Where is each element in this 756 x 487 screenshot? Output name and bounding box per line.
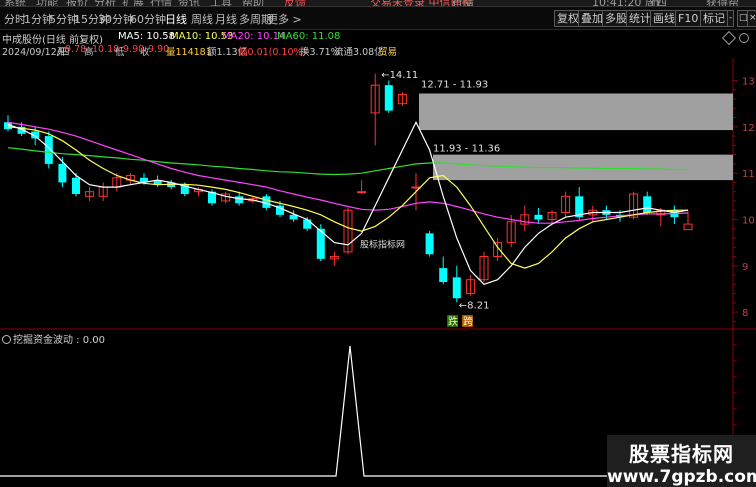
y-tick-label: 11 <box>742 169 755 180</box>
y-tick-label: 12 <box>742 123 755 134</box>
candle-body <box>425 233 434 255</box>
target-zone-2 <box>433 154 733 181</box>
kline-chart[interactable]: 13 12 11 10 9 8 12.71 - 11.93 11.93 - 11.36 ←14.… <box>0 0 756 487</box>
target-label-2: 11.93 - 11.36 <box>433 144 500 155</box>
candle-body <box>72 177 80 194</box>
indicator-title: 挖掘资金波动 : 0.00 <box>2 331 105 346</box>
buy-mark: 跨 <box>463 316 473 328</box>
candle-body <box>357 191 367 194</box>
candle-body <box>303 219 312 229</box>
candle-body <box>411 186 421 189</box>
y-tick-label: 10 <box>742 215 755 226</box>
indicator-label: 挖掘资金波动 : 0.00 <box>13 335 105 346</box>
y-tick-label: 8 <box>742 308 748 319</box>
candle-body <box>643 196 652 213</box>
candle-body <box>439 268 448 282</box>
target-label-1: 12.71 - 11.93 <box>421 79 488 90</box>
site-watermark: 股票指标网 www.7gpzb.com <box>607 435 756 487</box>
ma5-line <box>7 120 689 285</box>
watermark-title: 股票指标网 <box>629 442 734 466</box>
candle-body <box>384 85 393 111</box>
sell-mark: 跌 <box>448 315 458 328</box>
center-watermark-text: 股标指标网 <box>360 238 405 250</box>
watermark-url: www.7gpzb.com <box>607 467 756 487</box>
high-price-label: ←14.11 <box>381 70 418 81</box>
y-tick-label: 13 <box>742 77 755 88</box>
candle-body <box>58 163 67 183</box>
low-price-label: ←8.21 <box>459 300 490 311</box>
candle-body <box>235 196 244 204</box>
candle-body <box>683 223 693 231</box>
y-tick-label: 9 <box>742 262 748 273</box>
candle-body <box>534 214 543 220</box>
indicator-icon[interactable] <box>2 335 11 344</box>
target-zone-1 <box>419 93 733 131</box>
candle-body <box>452 277 461 299</box>
